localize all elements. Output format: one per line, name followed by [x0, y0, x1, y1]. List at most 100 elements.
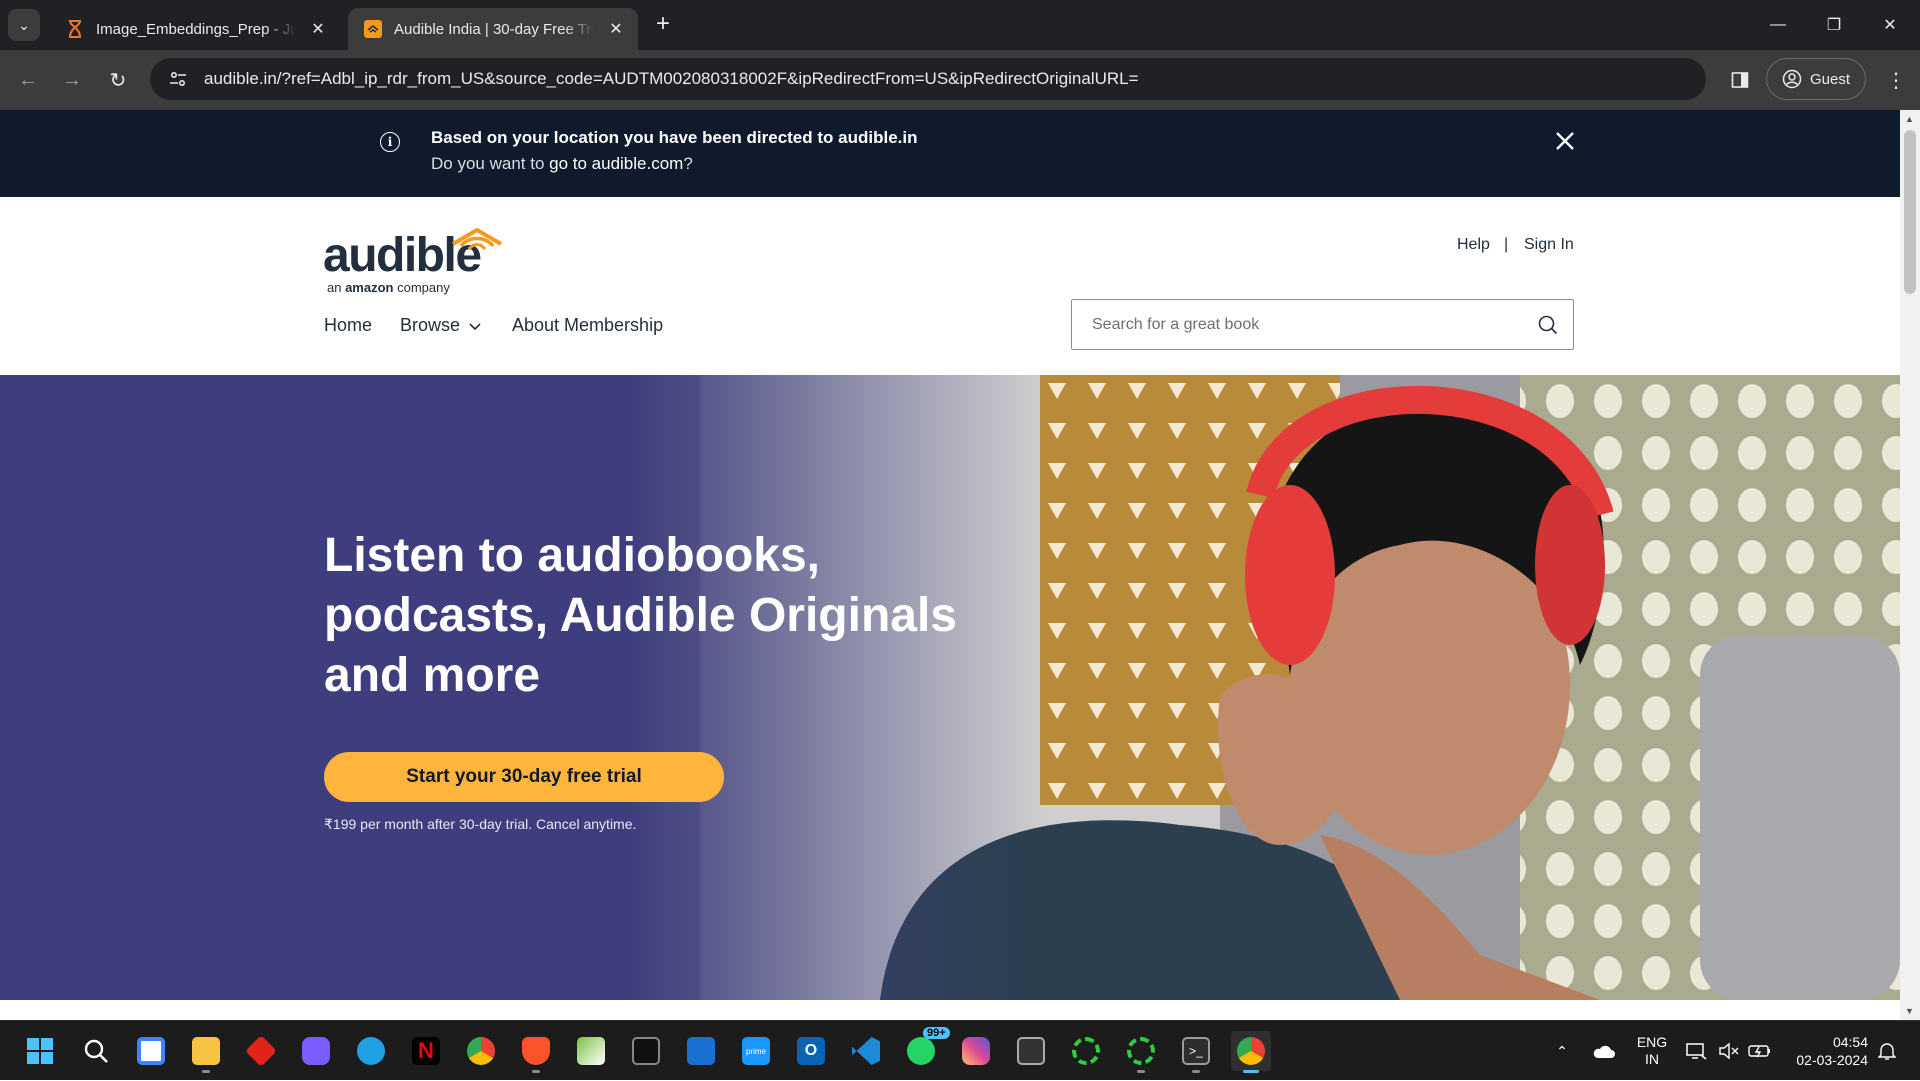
url-text: audible.in/?ref=Adbl_ip_rdr_from_US&sour… [204, 69, 1139, 88]
running-indicator [1243, 1070, 1259, 1073]
sign-in-link[interactable]: Sign In [1524, 236, 1574, 254]
search-input[interactable] [1092, 315, 1532, 334]
help-link[interactable]: Help [1457, 236, 1490, 254]
close-banner-icon[interactable] [1552, 128, 1578, 154]
language-indicator[interactable]: ENG IN [1630, 1021, 1674, 1081]
taskbar-brave[interactable] [516, 1031, 556, 1073]
taskbar-whatsapp[interactable]: 99+ [901, 1027, 950, 1071]
nav-browse[interactable]: Browse [400, 315, 482, 336]
window-icon [1017, 1037, 1045, 1065]
info-icon: i [380, 132, 400, 152]
reload-button[interactable]: ↻ [102, 64, 134, 96]
browser-toolbar: ← → ↻ audible.in/?ref=Adbl_ip_rdr_from_U… [0, 50, 1920, 110]
tab-audible[interactable]: Audible India | 30-day Free Trial ✕ [348, 8, 638, 50]
nav-about-membership[interactable]: About Membership [512, 315, 663, 336]
banner-question-suffix: ? [683, 154, 693, 173]
taskbar-app-hex[interactable] [296, 1031, 336, 1071]
profile-button[interactable]: Guest [1766, 58, 1866, 100]
scroll-up-icon[interactable]: ▲ [1905, 114, 1914, 124]
forward-button[interactable]: → [56, 64, 88, 96]
scrollbar-thumb[interactable] [1904, 130, 1916, 294]
banner-question: Do you want to go to audible.com? [431, 154, 693, 174]
region-code: IN [1645, 1051, 1659, 1067]
chrome-icon [1237, 1037, 1265, 1065]
outlook-icon: O [797, 1037, 825, 1065]
nav-browse-label: Browse [400, 315, 461, 335]
app-hexagon-icon [302, 1037, 330, 1065]
tab-jupyter[interactable]: Image_Embeddings_Prep - Jupyter ✕ [50, 8, 340, 50]
close-window-button[interactable]: ✕ [1862, 0, 1918, 50]
volume-button[interactable] [1716, 1021, 1742, 1081]
instagram-icon [962, 1037, 990, 1065]
minimize-button[interactable]: — [1750, 0, 1806, 50]
battery-button[interactable] [1746, 1021, 1774, 1081]
taskbar-chrome[interactable] [461, 1031, 501, 1071]
show-hidden-icons-button[interactable]: ⌃ [1550, 1021, 1574, 1081]
search-icon[interactable] [1537, 314, 1559, 336]
audible-logo[interactable]: audible an amazon company [323, 218, 503, 295]
taskbar-photos[interactable] [571, 1031, 611, 1071]
start-button[interactable] [20, 1031, 60, 1071]
notifications-button[interactable] [1874, 1021, 1900, 1081]
more-vertical-icon: ⋮ [1886, 69, 1906, 92]
side-panel-icon [1731, 72, 1749, 88]
taskbar-file-explorer[interactable] [186, 1031, 226, 1073]
running-indicator [532, 1070, 540, 1073]
taskbar-app-red[interactable] [241, 1031, 281, 1071]
browser-menu-button[interactable]: ⋮ [1880, 64, 1912, 96]
taskbar-outlook[interactable]: O [791, 1031, 831, 1071]
taskbar-terminal-app[interactable] [626, 1031, 666, 1071]
taskbar-prime-video[interactable]: prime [736, 1031, 776, 1071]
arrow-left-icon: ← [18, 68, 38, 91]
close-tab-icon[interactable]: ✕ [604, 17, 628, 41]
side-panel-button[interactable] [1724, 64, 1756, 96]
windows-start-icon [27, 1038, 53, 1064]
address-bar[interactable]: audible.in/?ref=Adbl_ip_rdr_from_US&sour… [150, 58, 1706, 100]
restore-button[interactable]: ❐ [1806, 0, 1862, 50]
taskbar-netflix[interactable]: N [406, 1031, 446, 1071]
taskbar-app-ring-2[interactable] [1121, 1031, 1161, 1073]
tab-title: Audible India | 30-day Free Trial [394, 20, 594, 38]
taskbar-edge[interactable] [351, 1031, 391, 1071]
taskbar-app-blue[interactable] [681, 1031, 721, 1071]
audible-signal-icon [451, 228, 503, 251]
taskbar-instagram[interactable] [956, 1031, 996, 1071]
start-free-trial-button[interactable]: Start your 30-day free trial [324, 752, 724, 802]
taskbar-search-button[interactable] [76, 1031, 116, 1071]
onedrive-button[interactable] [1588, 1021, 1618, 1081]
profile-icon [1782, 69, 1802, 89]
header-separator: | [1504, 236, 1509, 253]
tab-search-button[interactable]: ⌄ [8, 9, 40, 41]
logo-tagline: an amazon company [327, 280, 450, 295]
close-tab-icon[interactable]: ✕ [306, 17, 330, 41]
taskbar-app-window[interactable] [1011, 1031, 1051, 1071]
new-tab-button[interactable]: + [650, 12, 676, 38]
hero-banner: Listen to audiobooks, podcasts, Audible … [0, 375, 1900, 1000]
page-scrollbar[interactable]: ▲ ▼ [1900, 110, 1920, 1020]
banner-message: Based on your location you have been dir… [431, 128, 918, 147]
taskbar-terminal[interactable]: >_ [1176, 1031, 1216, 1073]
scroll-down-icon[interactable]: ▼ [1905, 1006, 1914, 1016]
network-button[interactable] [1684, 1021, 1710, 1081]
site-info-icon[interactable] [158, 71, 198, 87]
hero-fine-print: ₹199 per month after 30-day trial. Cance… [324, 816, 637, 832]
clock-date: 02-03-2024 [1796, 1052, 1868, 1068]
terminal-icon: >_ [1182, 1037, 1210, 1065]
running-indicator [202, 1070, 210, 1073]
jupyter-hourglass-icon [66, 20, 84, 38]
back-button[interactable]: ← [12, 64, 44, 96]
browser-tab-strip: ⌄ Image_Embeddings_Prep - Jupyter ✕ Audi… [0, 0, 1920, 50]
vscode-icon [852, 1037, 880, 1065]
arrow-right-icon: → [62, 68, 82, 91]
location-redirect-banner: i Based on your location you have been d… [0, 110, 1900, 197]
running-indicator [1137, 1070, 1145, 1073]
go-to-audible-com-link[interactable]: go to audible.com [549, 154, 683, 173]
edge-icon [357, 1037, 385, 1065]
taskbar-chrome-active[interactable] [1231, 1031, 1271, 1073]
taskbar-vscode[interactable] [846, 1031, 886, 1071]
clock[interactable]: 04:54 02-03-2024 [1782, 1021, 1868, 1081]
nav-home[interactable]: Home [324, 315, 372, 336]
taskbar-store[interactable] [131, 1031, 171, 1071]
taskbar-app-ring[interactable] [1066, 1031, 1106, 1071]
search-box [1071, 299, 1574, 350]
